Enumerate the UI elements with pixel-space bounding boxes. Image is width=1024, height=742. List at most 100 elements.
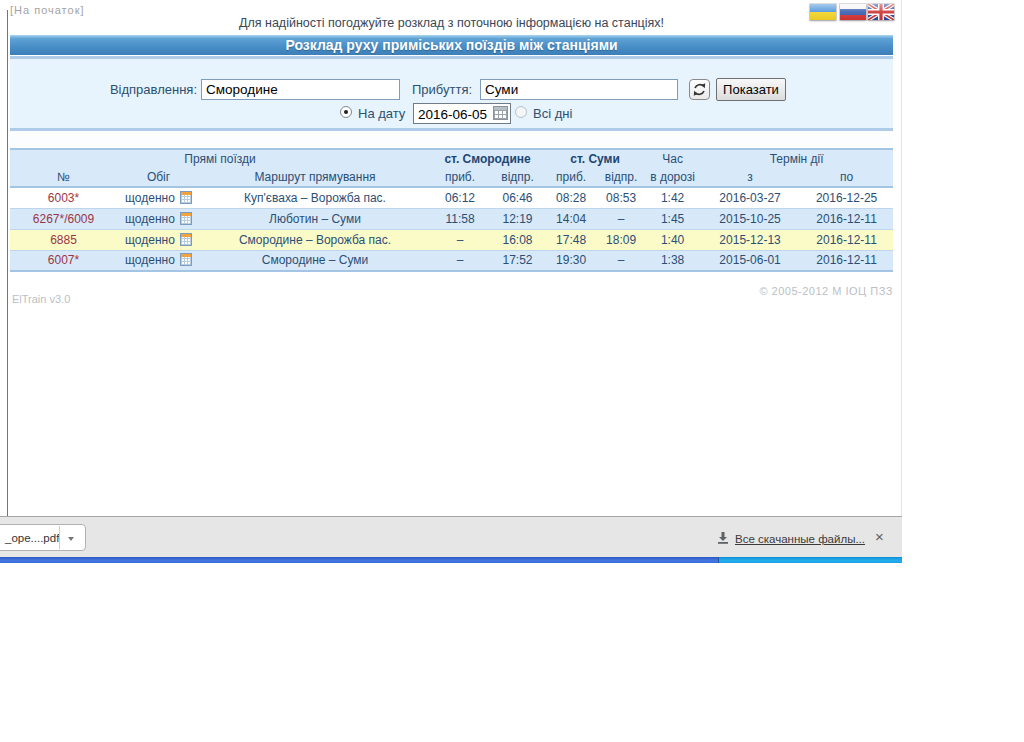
ukraine-flag-icon[interactable] xyxy=(810,4,836,20)
calendar-days-icon[interactable] xyxy=(180,212,192,225)
col-dep1: відпр. xyxy=(490,168,545,187)
browser-left-border xyxy=(7,10,8,516)
close-downloads-bar-icon[interactable]: × xyxy=(875,528,884,545)
arrival-label: Прибуття: xyxy=(412,82,472,97)
download-icon xyxy=(716,531,730,545)
uk-flag-icon[interactable] xyxy=(868,4,894,20)
duration: 1:45 xyxy=(645,208,700,229)
file-dropdown-arrow-icon[interactable] xyxy=(68,537,74,541)
train-number: 6007* xyxy=(10,250,117,271)
duration: 1:40 xyxy=(645,229,700,250)
schedule-table: Прямі поїзди ст. Смородине ст. Суми Час … xyxy=(10,148,893,272)
all-days-radio[interactable] xyxy=(515,106,527,118)
all-downloads-link[interactable]: Все скачанные файлы... xyxy=(735,533,865,545)
page-title: Розклад руху приміських поїздів між стан… xyxy=(10,35,893,55)
downloaded-file-name: _ope....pdf xyxy=(5,532,59,544)
refresh-icon xyxy=(692,82,707,97)
group-header-station-to: ст. Суми xyxy=(545,149,645,168)
warning-text: Для надійності погоджуйте розклад з пото… xyxy=(10,16,893,30)
swap-stations-button[interactable] xyxy=(689,79,710,100)
calendar-days-icon[interactable] xyxy=(180,191,192,204)
schedule-cell: щоденно xyxy=(117,250,200,271)
departure-label: Відправлення: xyxy=(110,82,197,97)
from-departure: 17:52 xyxy=(490,250,545,271)
gap xyxy=(10,131,893,148)
search-form: Відправлення: Прибуття: Показати На дату… xyxy=(10,59,893,128)
schedule-cell: щоденно xyxy=(117,187,200,208)
valid-from: 2015-12-13 xyxy=(700,229,800,250)
schedule-cell: щоденно xyxy=(117,208,200,229)
duration: 1:42 xyxy=(645,187,700,208)
table-row: 6007*щоденноСмородине – Суми–17:5219:30–… xyxy=(10,250,893,271)
to-arrival: 14:04 xyxy=(545,208,597,229)
from-arrival: – xyxy=(430,229,490,250)
on-date-label[interactable]: На дату xyxy=(358,106,405,121)
valid-to: 2016-12-11 xyxy=(800,250,893,271)
divider xyxy=(59,526,60,549)
train-number: 6267*/6009 xyxy=(10,208,117,229)
valid-to: 2016-12-25 xyxy=(800,187,893,208)
show-button[interactable]: Показати xyxy=(716,78,786,101)
route: Смородине – Ворожба пас. xyxy=(200,229,430,250)
departure-input[interactable] xyxy=(201,79,400,100)
col-route: Маршрут прямування xyxy=(200,168,430,187)
duration: 1:38 xyxy=(645,250,700,271)
col-arr1: приб. xyxy=(430,168,490,187)
russia-flag-icon[interactable] xyxy=(840,4,866,20)
copyright: © 2005-2012 М ІОЦ ПЗЗ xyxy=(10,285,893,297)
group-header-direct-trains: Прямі поїзди xyxy=(10,149,430,168)
taskbar-strip-left xyxy=(0,557,718,563)
group-header-time: Час xyxy=(645,149,700,168)
downloaded-file-button[interactable]: _ope....pdf xyxy=(0,524,86,551)
table-row: 6003*щоденноКуп'єваха – Ворожба пас.06:1… xyxy=(10,187,893,208)
to-departure: 18:09 xyxy=(597,229,645,250)
calendar-days-icon[interactable] xyxy=(180,253,192,266)
calendar-days-icon[interactable] xyxy=(180,233,192,246)
col-schedule: Обіг xyxy=(117,168,200,187)
group-header-station-from: ст. Смородине xyxy=(430,149,545,168)
arrival-input[interactable] xyxy=(480,79,678,100)
from-arrival: 06:12 xyxy=(430,187,490,208)
downloads-bar: _ope....pdf Все скачанные файлы... × xyxy=(0,516,902,557)
home-link[interactable]: [На початок] xyxy=(10,4,85,16)
from-arrival: – xyxy=(430,250,490,271)
col-valid-from: з xyxy=(700,168,800,187)
schedule-rows: 6003*щоденноКуп'єваха – Ворожба пас.06:1… xyxy=(10,187,893,271)
from-departure: 12:19 xyxy=(490,208,545,229)
on-date-radio[interactable] xyxy=(340,106,352,118)
train-number: 6003* xyxy=(10,187,117,208)
col-number: № xyxy=(10,168,117,187)
train-number: 6885 xyxy=(10,229,117,250)
date-value: 2016-06-05 xyxy=(418,107,487,122)
route: Смородине – Суми xyxy=(200,250,430,271)
to-arrival: 08:28 xyxy=(545,187,597,208)
browser-right-border xyxy=(901,0,902,516)
valid-from: 2015-10-25 xyxy=(700,208,800,229)
table-row: 6885щоденноСмородине – Ворожба пас.–16:0… xyxy=(10,229,893,250)
to-arrival: 17:48 xyxy=(545,229,597,250)
calendar-icon[interactable] xyxy=(493,106,508,120)
to-arrival: 19:30 xyxy=(545,250,597,271)
to-departure: – xyxy=(597,250,645,271)
from-arrival: 11:58 xyxy=(430,208,490,229)
date-input[interactable]: 2016-06-05 xyxy=(413,103,511,124)
all-days-label[interactable]: Всі дні xyxy=(533,106,572,121)
col-dep2: відпр. xyxy=(597,168,645,187)
valid-from: 2015-06-01 xyxy=(700,250,800,271)
col-valid-to: по xyxy=(800,168,893,187)
valid-to: 2016-12-11 xyxy=(800,229,893,250)
from-departure: 06:46 xyxy=(490,187,545,208)
valid-from: 2016-03-27 xyxy=(700,187,800,208)
table-row: 6267*/6009щоденноЛюботин – Суми11:5812:1… xyxy=(10,208,893,229)
route: Куп'єваха – Ворожба пас. xyxy=(200,187,430,208)
route: Люботин – Суми xyxy=(200,208,430,229)
group-header-validity: Термін дії xyxy=(700,149,893,168)
col-duration: в дорозі xyxy=(645,168,700,187)
valid-to: 2016-12-11 xyxy=(800,208,893,229)
to-departure: – xyxy=(597,208,645,229)
col-arr2: приб. xyxy=(545,168,597,187)
schedule-cell: щоденно xyxy=(117,229,200,250)
to-departure: 08:53 xyxy=(597,187,645,208)
taskbar-strip-right xyxy=(718,557,902,563)
from-departure: 16:08 xyxy=(490,229,545,250)
